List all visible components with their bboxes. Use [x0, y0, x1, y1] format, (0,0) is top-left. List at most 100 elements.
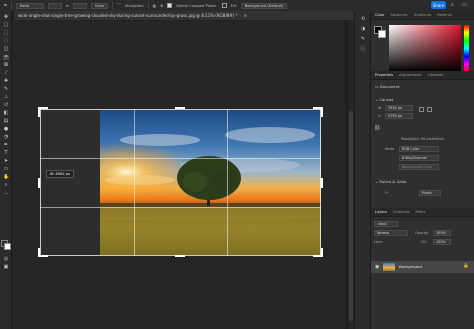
canvas-section[interactable]: ⌄ Canvas: [371, 97, 393, 102]
delete-cropped-checkbox[interactable]: [167, 3, 173, 8]
ratio-width-input[interactable]: [47, 2, 62, 9]
eyedropper-tool-icon[interactable]: ⟋: [3, 71, 9, 76]
crop-tool-icon[interactable]: ⌗: [3, 55, 9, 60]
fill-field[interactable]: 100%: [433, 239, 451, 245]
ruler-units-dropdown[interactable]: Pixels: [419, 190, 441, 196]
scrollbar-thumb[interactable]: [349, 111, 353, 321]
crop-handle-top-right[interactable]: [321, 107, 323, 117]
marquee-tool-icon[interactable]: ⬚: [3, 31, 9, 36]
tab-patterns[interactable]: Patterns: [437, 13, 452, 17]
background-color-swatch[interactable]: [4, 243, 11, 250]
healing-brush-icon[interactable]: ✚: [3, 79, 9, 84]
opacity-label: Opacity:: [415, 231, 429, 235]
tab-libraries[interactable]: Libraries: [428, 73, 444, 77]
share-button[interactable]: Share: [431, 1, 446, 9]
settings-gear-icon[interactable]: ⚙: [160, 4, 163, 8]
layer-thumbnail: [383, 263, 395, 271]
type-tool-icon[interactable]: T: [3, 151, 9, 156]
shape-tool-icon[interactable]: ▭: [3, 167, 9, 172]
document-label: ▭ Document: [375, 84, 400, 89]
overlay-grid-icon[interactable]: ▦: [153, 4, 156, 8]
crop-handle-top-left[interactable]: [38, 107, 40, 117]
layer-name[interactable]: Background: [399, 264, 422, 269]
layer-row-background[interactable]: ◉ Background 🔒: [371, 261, 474, 273]
tab-layers[interactable]: Layers: [375, 210, 387, 214]
eraser-tool-icon[interactable]: ◧: [3, 111, 9, 116]
info-icon[interactable]: ⓘ: [360, 47, 366, 52]
history-icon[interactable]: ⟲: [360, 17, 366, 22]
dodge-tool-icon[interactable]: ◔: [3, 135, 9, 140]
grid-line: [40, 158, 321, 159]
clear-button[interactable]: Clear: [90, 2, 109, 9]
fill-label: Fill:: [421, 240, 427, 244]
close-tab-icon[interactable]: ×: [244, 13, 247, 18]
bit-depth-dropdown[interactable]: 8 Bits/Channel: [399, 155, 439, 161]
crop-border-top: [40, 109, 321, 110]
tab-swatches[interactable]: Swatches: [390, 13, 407, 17]
frame-tool-icon[interactable]: ⊠: [3, 63, 9, 68]
crop-handle-bottom-right[interactable]: [321, 248, 323, 257]
tab-adjustments[interactable]: Adjustments: [399, 73, 422, 77]
blend-mode-dropdown[interactable]: Normal: [374, 230, 408, 236]
divider: [10, 2, 12, 9]
blur-tool-icon[interactable]: ●: [3, 127, 9, 132]
crop-handle-bottom-left[interactable]: [38, 248, 40, 257]
object-select-tool-icon[interactable]: ◫: [3, 47, 9, 52]
crop-handle-bottom[interactable]: [175, 255, 185, 257]
tab-paths[interactable]: Paths: [416, 210, 426, 214]
mode-dropdown[interactable]: RGB Color: [399, 146, 439, 152]
crop-handle-top[interactable]: [175, 107, 185, 109]
zoom-tool-icon[interactable]: ⌕: [3, 183, 9, 188]
quick-mask-icon[interactable]: ◎: [3, 257, 9, 262]
lasso-tool-icon[interactable]: ◌: [3, 39, 9, 44]
path-select-icon[interactable]: ➤: [3, 159, 9, 164]
rulers-section[interactable]: ⌄ Rulers & Grids: [371, 179, 407, 184]
canvas-width-field[interactable]: 7952 px: [385, 105, 413, 111]
brush-settings-icon[interactable]: ✎: [360, 37, 366, 42]
ratio-dropdown[interactable]: Ratio: [15, 2, 44, 9]
pen-tool-icon[interactable]: ✒: [3, 143, 9, 148]
content-aware-checkbox[interactable]: [221, 3, 227, 8]
adjust-icon[interactable]: ◑: [360, 27, 366, 32]
eye-icon[interactable]: ◉: [375, 264, 379, 270]
properties-panel-tabs: Properties Adjustments Libraries: [371, 71, 474, 80]
canvas-fill-dropdown[interactable]: Background Color: [399, 164, 439, 170]
more-tools-icon[interactable]: …: [3, 191, 9, 196]
crop-handle-right[interactable]: [321, 178, 323, 188]
canvas-height-field[interactable]: 5795 px: [385, 113, 413, 119]
crop-handle-left[interactable]: [38, 178, 40, 188]
ruler-icon: ⊢: [385, 190, 390, 196]
tab-gradients[interactable]: Gradients: [414, 13, 432, 17]
hue-slider[interactable]: [464, 25, 469, 72]
link-icon[interactable]: ⛓: [374, 125, 380, 131]
screen-mode-icon[interactable]: ▣: [3, 265, 9, 270]
color-picker-field[interactable]: [389, 25, 461, 72]
ratio-height-input[interactable]: [72, 2, 87, 9]
clone-stamp-icon[interactable]: ⊥: [3, 95, 9, 100]
fill-dropdown[interactable]: Background (Default): [240, 2, 288, 9]
layer-filter-dropdown[interactable]: ⌕ Kind: [374, 221, 398, 227]
crop-tool-icon[interactable]: ⌗: [4, 3, 7, 9]
move-tool-icon[interactable]: ✥: [3, 15, 9, 20]
orientation-icon[interactable]: [419, 107, 424, 112]
orientation-icon[interactable]: [427, 107, 432, 112]
history-brush-icon[interactable]: ↺: [3, 103, 9, 108]
grid-line: [227, 109, 228, 256]
artboard-tool-icon[interactable]: ▢: [3, 23, 9, 28]
document-tab[interactable]: wide-angle-shot-single-tree-growing-clou…: [14, 11, 354, 21]
opacity-field[interactable]: 100%: [433, 230, 451, 236]
gradient-tool-icon[interactable]: ▤: [3, 119, 9, 124]
workspace-icon[interactable]: ▭: [462, 2, 467, 8]
swap-icon[interactable]: ⇄: [66, 4, 69, 8]
hand-tool-icon[interactable]: ✋: [3, 175, 9, 180]
tab-properties[interactable]: Properties: [375, 73, 393, 77]
straighten-icon[interactable]: ⌒: [117, 3, 121, 8]
tools-toolbar: ✥ ▢ ⬚ ◌ ◫ ⌗ ⊠ ⟋ ✚ ✎ ⊥ ↺ ◧ ▤ ● ◔ ✒ T ➤ ▭ …: [0, 11, 12, 329]
right-panel-dock: Color Swatches Gradients Patterns Proper…: [370, 11, 474, 329]
tab-color[interactable]: Color: [375, 13, 384, 17]
brush-tool-icon[interactable]: ✎: [3, 87, 9, 92]
search-icon[interactable]: ⌕: [451, 2, 454, 8]
panel-background-swatch[interactable]: [378, 30, 386, 38]
tab-channels[interactable]: Channels: [393, 210, 410, 214]
straighten-button[interactable]: Straighten: [125, 4, 144, 8]
